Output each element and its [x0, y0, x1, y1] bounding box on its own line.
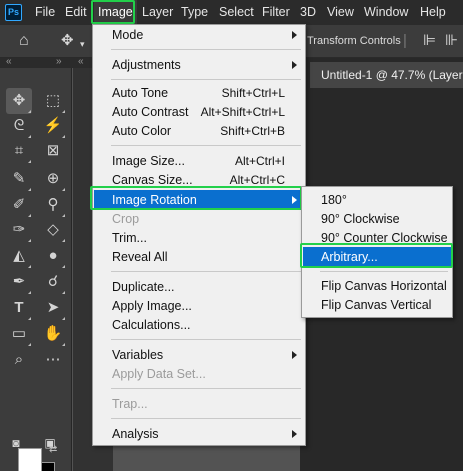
- separator: [111, 271, 301, 272]
- screen-mode-icon[interactable]: ▣: [40, 434, 60, 452]
- zoom-tool-icon[interactable]: ⌕: [6, 347, 32, 373]
- home-icon[interactable]: ⌂: [19, 33, 29, 49]
- shortcut-label: Alt+Ctrl+C: [229, 173, 285, 187]
- separator: [111, 388, 301, 389]
- hand-tool-icon[interactable]: ✋: [40, 321, 66, 347]
- collapse-toolbar-right-icon[interactable]: »: [56, 56, 61, 67]
- menu-item-image-rotation[interactable]: Image Rotation: [94, 190, 304, 210]
- menu-item-auto-tone[interactable]: Auto Tone Shift+Ctrl+L: [94, 83, 304, 103]
- divider-icon: |: [403, 32, 407, 49]
- menu-edit[interactable]: Edit: [65, 0, 87, 25]
- separator: [320, 271, 448, 272]
- menu-window[interactable]: Window: [364, 0, 408, 25]
- separator: [111, 79, 301, 80]
- shortcut-label: Shift+Ctrl+B: [220, 124, 285, 138]
- brush-icon[interactable]: ✐: [6, 192, 32, 218]
- submenu-item-180[interactable]: 180°: [303, 190, 451, 210]
- document-tab[interactable]: Untitled-1 @ 47.7% (Layer 1: [310, 62, 463, 88]
- move-tool-icon[interactable]: ✥: [61, 33, 74, 49]
- shortcut-label: Shift+Ctrl+L: [221, 86, 285, 100]
- crop-tool-icon[interactable]: ⌗: [6, 138, 32, 164]
- submenu-item-flip-vertical[interactable]: Flip Canvas Vertical: [303, 295, 451, 315]
- path-select-icon[interactable]: ➤: [40, 295, 66, 321]
- menu-item-auto-color[interactable]: Auto Color Shift+Ctrl+B: [94, 121, 304, 141]
- type-tool-icon[interactable]: T: [6, 295, 32, 321]
- menu-3d[interactable]: 3D: [300, 0, 316, 25]
- blur-drop-icon[interactable]: ●: [40, 243, 66, 269]
- menu-item-calculations[interactable]: Calculations...: [94, 315, 304, 335]
- shortcut-label: Alt+Shift+Ctrl+L: [200, 105, 285, 119]
- menu-item-apply-image[interactable]: Apply Image...: [94, 296, 304, 316]
- collapse-toolbar-icon[interactable]: «: [6, 56, 11, 67]
- menu-item-adjustments[interactable]: Adjustments: [94, 55, 304, 75]
- separator: [111, 49, 301, 50]
- menu-item-variables[interactable]: Variables: [94, 345, 304, 365]
- rectangle-tool-icon[interactable]: ▭: [6, 321, 32, 347]
- menu-file[interactable]: File: [35, 0, 55, 25]
- marquee-tool-icon[interactable]: ⬚: [40, 88, 66, 114]
- menu-item-duplicate[interactable]: Duplicate...: [94, 277, 304, 297]
- submenu-item-flip-horizontal[interactable]: Flip Canvas Horizontal: [303, 276, 451, 296]
- pen-tool-icon[interactable]: ✒: [6, 269, 32, 295]
- menu-item-image-size[interactable]: Image Size... Alt+Ctrl+I: [94, 151, 304, 171]
- menu-bar: Ps File Edit Image Layer Type Select Fil…: [0, 0, 463, 25]
- menu-layer[interactable]: Layer: [142, 0, 173, 25]
- clone-stamp-icon[interactable]: ⚲: [40, 192, 66, 218]
- frame-tool-icon[interactable]: ⊠: [40, 138, 66, 164]
- menu-view[interactable]: View: [327, 0, 354, 25]
- lasso-tool-icon[interactable]: ᘓ: [6, 113, 32, 139]
- menu-item-analysis[interactable]: Analysis: [94, 424, 304, 444]
- eyedropper-icon[interactable]: ✎: [6, 166, 32, 192]
- menu-item-mode[interactable]: Mode: [94, 25, 304, 45]
- submenu-item-90-clockwise[interactable]: 90° Clockwise: [303, 209, 451, 229]
- menu-help[interactable]: Help: [420, 0, 446, 25]
- submenu-arrow-icon: [292, 430, 297, 438]
- menu-item-trim[interactable]: Trim...: [94, 228, 304, 248]
- more-tools-icon[interactable]: ⋯: [40, 347, 66, 373]
- menu-image[interactable]: Image: [94, 0, 137, 25]
- healing-brush-icon[interactable]: ⊕: [40, 166, 66, 192]
- submenu-item-arbitrary[interactable]: Arbitrary...: [303, 247, 451, 267]
- align-center-icon[interactable]: ⊪: [445, 33, 458, 49]
- quick-mask-icon[interactable]: ◙: [6, 434, 26, 452]
- submenu-arrow-icon: [292, 31, 297, 39]
- collapse-panel-icon[interactable]: «: [78, 56, 83, 67]
- submenu-item-90-counter-clockwise[interactable]: 90° Counter Clockwise: [303, 228, 451, 248]
- menu-item-apply-data-set: Apply Data Set...: [112, 367, 206, 381]
- photoshop-logo: Ps: [5, 4, 22, 21]
- menu-item-canvas-size[interactable]: Canvas Size... Alt+Ctrl+C: [94, 170, 304, 190]
- show-transform-controls-label[interactable]: Transform Controls: [307, 35, 401, 47]
- submenu-arrow-icon: [292, 61, 297, 69]
- chevron-down-icon[interactable]: ▾: [80, 36, 85, 52]
- dodge-icon[interactable]: ☌: [40, 269, 66, 295]
- tools-panel: ✥ ⬚ ᘓ ⚡ ⌗ ⊠ ✎ ⊕ ✐ ⚲ ✑ ◇ ◭ ● ✒ ☌ T ➤ ▭ ✋ …: [0, 68, 72, 471]
- image-rotation-submenu: 180° 90° Clockwise 90° Counter Clockwise…: [301, 186, 453, 318]
- separator: [111, 339, 301, 340]
- submenu-arrow-icon: [292, 351, 297, 359]
- magic-wand-icon[interactable]: ⚡: [40, 113, 66, 139]
- eraser-icon[interactable]: ◇: [40, 217, 66, 243]
- menu-item-reveal-all[interactable]: Reveal All: [94, 247, 304, 267]
- menu-select[interactable]: Select: [219, 0, 254, 25]
- separator: [111, 145, 301, 146]
- move-tool-icon[interactable]: ✥: [6, 88, 32, 114]
- separator: [111, 418, 301, 419]
- menu-type[interactable]: Type: [181, 0, 208, 25]
- menu-filter[interactable]: Filter: [262, 0, 290, 25]
- paint-bucket-icon[interactable]: ◭: [6, 243, 32, 269]
- menu-item-crop: Crop: [112, 212, 140, 226]
- menu-item-trap: Trap...: [112, 397, 148, 411]
- history-brush-icon[interactable]: ✑: [6, 217, 32, 243]
- shortcut-label: Alt+Ctrl+I: [234, 154, 285, 168]
- submenu-arrow-icon: [292, 196, 297, 204]
- align-left-icon[interactable]: ⊫: [423, 33, 436, 49]
- image-menu-dropdown: Mode Adjustments Auto Tone Shift+Ctrl+L A…: [92, 24, 306, 446]
- menu-item-auto-contrast[interactable]: Auto Contrast Alt+Shift+Ctrl+L: [94, 102, 304, 122]
